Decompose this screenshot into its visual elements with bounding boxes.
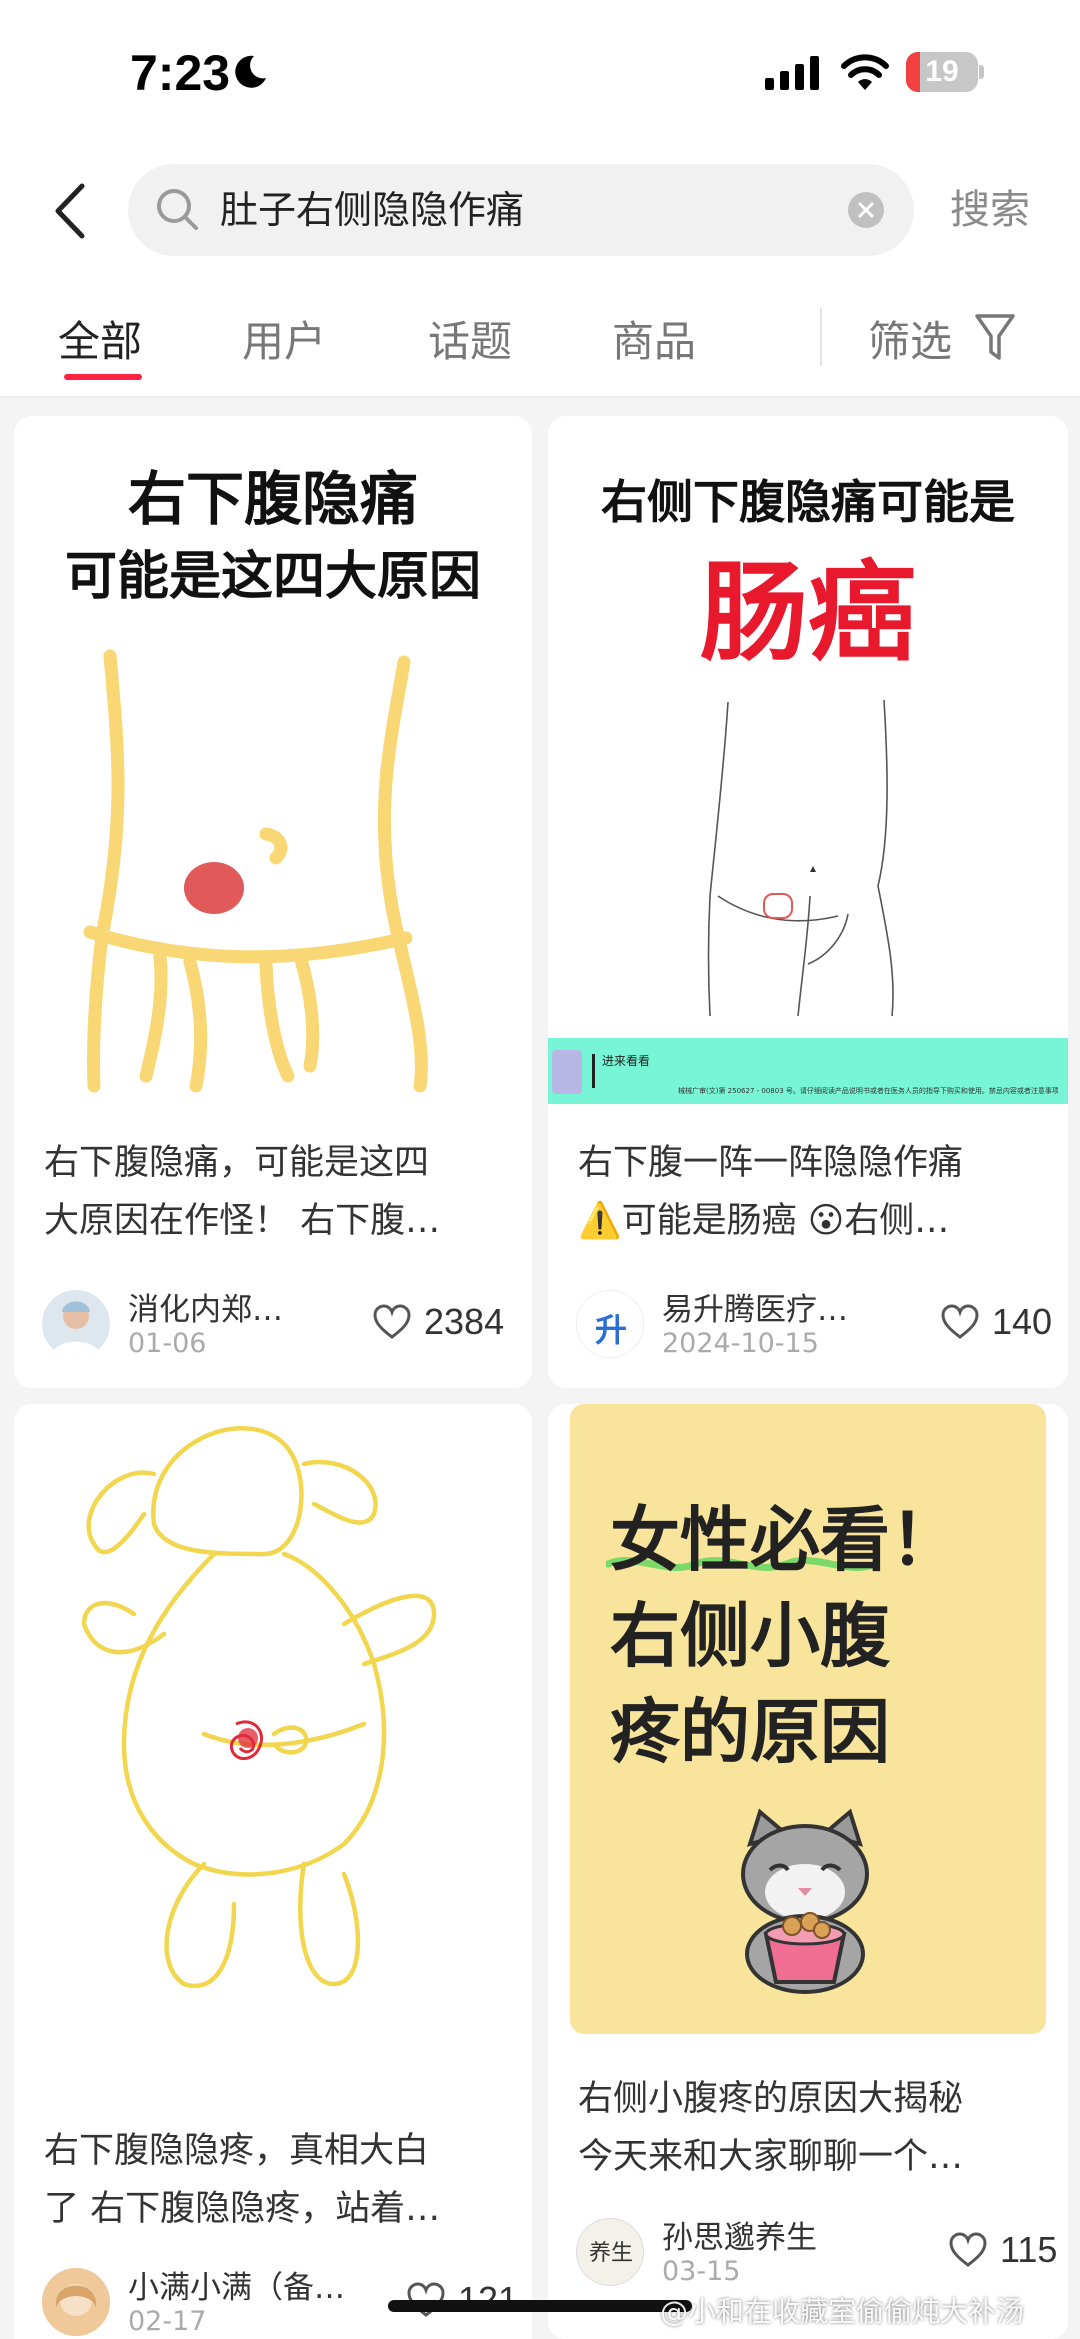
- banner-text: 进来看看: [602, 1054, 651, 1068]
- author-name[interactable]: 消化内郑…: [128, 1284, 318, 1329]
- avatar[interactable]: [42, 2268, 110, 2336]
- like-button[interactable]: 115: [948, 2226, 1058, 2274]
- author-name[interactable]: 易升腾医疗…: [662, 1284, 852, 1329]
- heart-icon: [949, 2232, 987, 2267]
- note-author-row: 养生 孙思邈养生 03-15 115: [576, 2212, 1058, 2292]
- avatar[interactable]: 养生: [576, 2218, 644, 2286]
- close-icon: [858, 202, 874, 218]
- tab-users[interactable]: 用户: [242, 308, 326, 369]
- moon-icon: [235, 55, 266, 88]
- banner-thumbnail: [552, 1050, 582, 1094]
- battery-indicator: 19: [906, 52, 984, 92]
- note-card[interactable]: 女性必看！ 右侧小腹 疼的原因 右侧小腹疼的原因大揭秘 今天来和大家聊聊一个… …: [548, 1404, 1068, 2339]
- cover-line-2: 右侧小腹: [610, 1595, 890, 1677]
- avatar[interactable]: 升: [576, 1290, 644, 1358]
- wifi-icon: [841, 54, 889, 90]
- tab-topics[interactable]: 话题: [428, 308, 512, 369]
- status-bar: 7:23 19: [0, 0, 1080, 150]
- post-date: 03-15: [662, 2256, 741, 2287]
- note-cover-image[interactable]: 右下腹隐痛 可能是这四大原因: [14, 416, 532, 1096]
- heart-icon: [941, 1304, 979, 1339]
- note-title[interactable]: 右侧小腹疼的原因大揭秘 今天来和大家聊聊一个…: [578, 2070, 1048, 2186]
- ad-banner[interactable]: 进来看看 械械广审(文)第 250627 - 00803 号。请仔细阅读产品说明…: [548, 1038, 1068, 1104]
- note-card[interactable]: 右下腹隐隐疼，真相大白 了 右下腹隐隐疼，站着… 小满小满（备… 02-17 1…: [14, 1404, 532, 2339]
- note-title[interactable]: 右下腹隐痛，可能是这四 大原因在作怪！ 右下腹…: [44, 1134, 504, 1250]
- post-date: 02-17: [128, 2306, 207, 2337]
- status-time: 7:23: [130, 45, 231, 101]
- tab-all[interactable]: 全部: [58, 308, 142, 369]
- active-tab-indicator: [64, 374, 142, 380]
- note-cover-image[interactable]: 女性必看！ 右侧小腹 疼的原因: [548, 1404, 1068, 2044]
- battery-percent: 19: [925, 55, 959, 88]
- search-icon: [157, 189, 198, 230]
- home-indicator[interactable]: [388, 2300, 692, 2312]
- like-count: 115: [1000, 2229, 1058, 2270]
- cover-panel: 女性必看！ 右侧小腹 疼的原因: [570, 1404, 1046, 2034]
- cover-headline: 女性必看！: [610, 1499, 960, 1581]
- clear-search-button[interactable]: [848, 192, 884, 228]
- post-date: 01-06: [128, 1328, 207, 1359]
- avatar[interactable]: [42, 1290, 110, 1358]
- note-card[interactable]: 右侧下腹隐痛可能是 肠癌 进来看看 械械广审(文)第 250627 - 0080…: [548, 416, 1068, 1388]
- note-title[interactable]: 右下腹一阵一阵隐隐作痛 ⚠️可能是肠癌 😮右侧…: [578, 1134, 1048, 1250]
- divider: [820, 308, 822, 366]
- note-cover-image[interactable]: [14, 1404, 532, 2104]
- search-input[interactable]: 肚子右侧隐隐作痛: [128, 164, 914, 256]
- figure-sketch: [81, 1426, 437, 1988]
- back-arrow-icon[interactable]: [46, 180, 96, 242]
- filter-funnel-icon[interactable]: [974, 312, 1016, 364]
- search-button[interactable]: 搜索: [950, 176, 1030, 244]
- like-count: 140: [992, 1301, 1053, 1342]
- filter-tabs: 全部 用户 话题 商品 筛选: [0, 270, 1080, 398]
- cat-illustration: [741, 1808, 869, 1994]
- like-button[interactable]: 140: [940, 1298, 1056, 1346]
- like-button[interactable]: 2384: [372, 1298, 522, 1346]
- heart-icon: [373, 1304, 411, 1339]
- like-count: 2384: [424, 1301, 505, 1342]
- abdomen-sketch: [83, 649, 428, 1093]
- author-name[interactable]: 小满小满（备…: [128, 2262, 348, 2307]
- banner-fineprint: 械械广审(文)第 250627 - 00803 号。请仔细阅读产品说明书或者在医…: [678, 1087, 1058, 1095]
- watermark-text: @小和在收藏室偷偷炖大补汤: [660, 2295, 1025, 2328]
- note-card[interactable]: 右下腹隐痛 可能是这四大原因 右下腹隐痛，可能是这四 大原因在作怪！ 右下腹… …: [14, 416, 532, 1388]
- tab-products[interactable]: 商品: [612, 308, 696, 369]
- post-date: 2024-10-15: [662, 1328, 819, 1359]
- search-query-text: 肚子右侧隐隐作痛: [220, 188, 525, 232]
- filter-button[interactable]: 筛选: [868, 308, 952, 369]
- author-name[interactable]: 孙思邈养生: [662, 2212, 852, 2257]
- cellular-signal-icon: [765, 56, 819, 90]
- search-header: 肚子右侧隐隐作痛 搜索: [0, 150, 1080, 270]
- note-cover-image[interactable]: 右侧下腹隐痛可能是 肠癌 进来看看 械械广审(文)第 250627 - 0080…: [548, 416, 1068, 1108]
- cover-line-3: 疼的原因: [610, 1691, 890, 1773]
- note-author-row: 升 易升腾医疗… 2024-10-15 140: [576, 1284, 1056, 1364]
- torso-line-sketch: [707, 699, 894, 1017]
- note-author-row: 消化内郑… 01-06 2384: [42, 1284, 522, 1364]
- note-title[interactable]: 右下腹隐隐疼，真相大白 了 右下腹隐隐疼，站着…: [44, 2122, 504, 2238]
